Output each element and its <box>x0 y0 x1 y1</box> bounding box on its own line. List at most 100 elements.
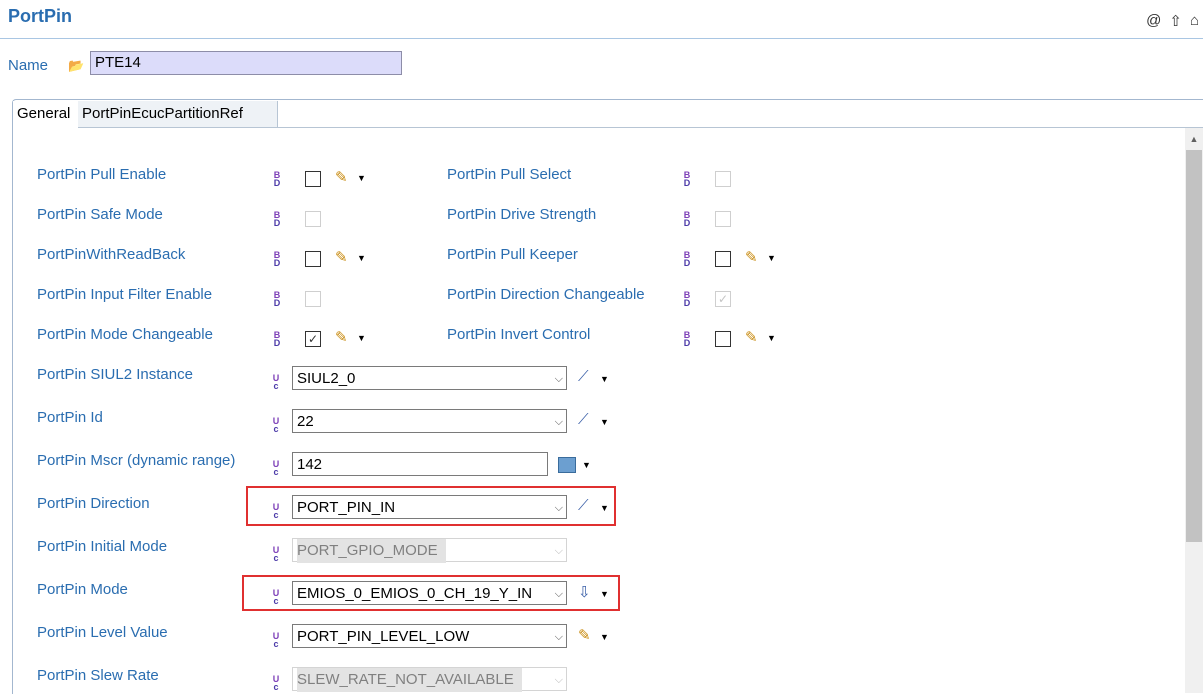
param-combo[interactable]: 22 ⌵ <box>292 409 567 433</box>
dropdown-arrow-icon[interactable]: ▼ <box>600 374 609 384</box>
param-combo: PORT_GPIO_MODE ⌵ <box>292 538 567 563</box>
param-checkbox[interactable] <box>305 251 321 267</box>
parameter-icon: Uc <box>268 417 284 434</box>
param-value: PORT_GPIO_MODE <box>297 539 446 563</box>
dropdown-arrow-icon[interactable]: ▼ <box>582 460 591 470</box>
scroll-up-arrow-icon[interactable]: ▲ <box>1185 130 1203 148</box>
param-combo[interactable]: SIUL2_0 ⌵ <box>292 366 567 390</box>
header-divider <box>0 38 1203 39</box>
param-label: PortPin Pull Keeper <box>447 246 578 263</box>
param-combo: SLEW_RATE_NOT_AVAILABLE ⌵ <box>292 667 567 692</box>
param-checkbox <box>305 291 321 307</box>
pencil-icon[interactable]: ✎ <box>745 328 758 346</box>
param-type-glyph: D <box>273 218 281 228</box>
pencil-icon[interactable]: ✎ <box>335 328 348 346</box>
scrollbar-thumb[interactable] <box>1186 150 1202 542</box>
param-type-glyph: D <box>683 338 691 348</box>
pencil-icon[interactable]: ✎ <box>578 626 591 644</box>
param-text-input[interactable]: 142 <box>292 452 548 476</box>
parameter-icon: BD <box>679 251 695 268</box>
parameter-icon: BD <box>269 251 285 268</box>
param-type-glyph: c <box>273 381 279 391</box>
highlight-box <box>246 486 616 526</box>
page-title: PortPin <box>8 6 73 26</box>
parameter-icon: Uc <box>268 675 284 692</box>
parameter-icon: BD <box>269 211 285 228</box>
param-type-glyph: D <box>683 178 691 188</box>
param-label: PortPinWithReadBack <box>37 246 186 263</box>
param-checkbox <box>715 171 731 187</box>
param-label: PortPin Level Value <box>37 624 168 641</box>
param-label: PortPin Direction Changeable <box>447 286 645 303</box>
param-label: PortPin Id <box>37 409 103 426</box>
home-icon[interactable]: ⌂ <box>1190 12 1199 30</box>
chevron-down-icon[interactable]: ⌵ <box>555 367 563 391</box>
param-label: PortPin Invert Control <box>447 326 591 343</box>
param-label: PortPin Direction <box>37 495 150 512</box>
parameter-icon: Uc <box>268 546 284 563</box>
param-type-glyph: c <box>273 553 279 563</box>
param-type-glyph: D <box>273 298 281 308</box>
param-label: PortPin Mode <box>37 581 128 598</box>
chevron-down-icon[interactable]: ⌵ <box>555 668 563 692</box>
param-type-glyph: c <box>273 682 279 692</box>
param-label: PortPin Pull Select <box>447 166 572 183</box>
edit-param-icon[interactable]: ⟋ <box>578 411 589 428</box>
tab-portpin-ecuc-partition-ref[interactable]: PortPinEcucPartitionRef <box>78 101 278 128</box>
dropdown-arrow-icon[interactable]: ▼ <box>357 333 366 343</box>
pencil-icon[interactable]: ✎ <box>335 168 348 186</box>
param-label: PortPin Mscr (dynamic range) <box>37 452 236 469</box>
dropdown-arrow-icon[interactable]: ▼ <box>600 632 609 642</box>
parameter-icon: Uc <box>268 374 284 391</box>
param-value: 142 <box>297 456 323 473</box>
param-checkbox[interactable] <box>305 171 321 187</box>
chevron-down-icon[interactable]: ⌵ <box>555 625 563 649</box>
param-type-glyph: D <box>683 258 691 268</box>
header-toolbar: @ ⇧ ⌂ <box>1146 12 1199 30</box>
edit-param-icon[interactable]: ⟋ <box>578 368 589 385</box>
parameter-icon: BD <box>679 211 695 228</box>
folder-icon[interactable]: 📂 <box>68 58 84 74</box>
param-label: PortPin Initial Mode <box>37 538 168 555</box>
chevron-down-icon[interactable]: ⌵ <box>555 539 563 563</box>
parameter-icon: Uc <box>268 460 284 477</box>
param-checkbox[interactable]: ✓ <box>305 331 321 347</box>
calculator-icon[interactable] <box>558 457 576 473</box>
dropdown-arrow-icon[interactable]: ▼ <box>767 333 776 343</box>
checkmark-icon: ✓ <box>717 292 729 306</box>
highlight-box <box>242 575 620 611</box>
param-checkbox <box>305 211 321 227</box>
param-label: PortPin Slew Rate <box>37 667 159 684</box>
param-type-glyph: D <box>273 338 281 348</box>
param-label: PortPin Mode Changeable <box>37 326 213 343</box>
name-label: Name <box>8 57 49 74</box>
at-icon[interactable]: @ <box>1146 12 1161 30</box>
dropdown-arrow-icon[interactable]: ▼ <box>357 253 366 263</box>
param-checkbox[interactable] <box>715 331 731 347</box>
tabbar-divider <box>270 127 1203 128</box>
parameter-icon: BD <box>269 171 285 188</box>
parameter-icon: Uc <box>268 632 284 649</box>
chevron-down-icon[interactable]: ⌵ <box>555 410 563 434</box>
tab-general[interactable]: General <box>13 101 86 127</box>
dropdown-arrow-icon[interactable]: ▼ <box>600 417 609 427</box>
parameter-icon: BD <box>679 331 695 348</box>
name-input[interactable]: PTE14 <box>90 51 402 75</box>
dropdown-arrow-icon[interactable]: ▼ <box>357 173 366 183</box>
param-value: 22 <box>297 413 314 430</box>
dropdown-arrow-icon[interactable]: ▼ <box>767 253 776 263</box>
param-value: PORT_PIN_LEVEL_LOW <box>297 628 470 645</box>
param-type-glyph: c <box>273 467 279 477</box>
param-label: PortPin Pull Enable <box>37 166 167 183</box>
param-type-glyph: D <box>273 178 281 188</box>
parameter-icon: BD <box>679 291 695 308</box>
param-type-glyph: D <box>683 298 691 308</box>
checkmark-icon: ✓ <box>307 332 319 346</box>
pencil-icon[interactable]: ✎ <box>745 248 758 266</box>
pencil-icon[interactable]: ✎ <box>335 248 348 266</box>
param-value: SLEW_RATE_NOT_AVAILABLE <box>297 668 522 692</box>
param-combo[interactable]: PORT_PIN_LEVEL_LOW ⌵ <box>292 624 567 648</box>
parameter-icon: BD <box>269 291 285 308</box>
up-arrow-icon[interactable]: ⇧ <box>1169 12 1182 30</box>
param-checkbox[interactable] <box>715 251 731 267</box>
